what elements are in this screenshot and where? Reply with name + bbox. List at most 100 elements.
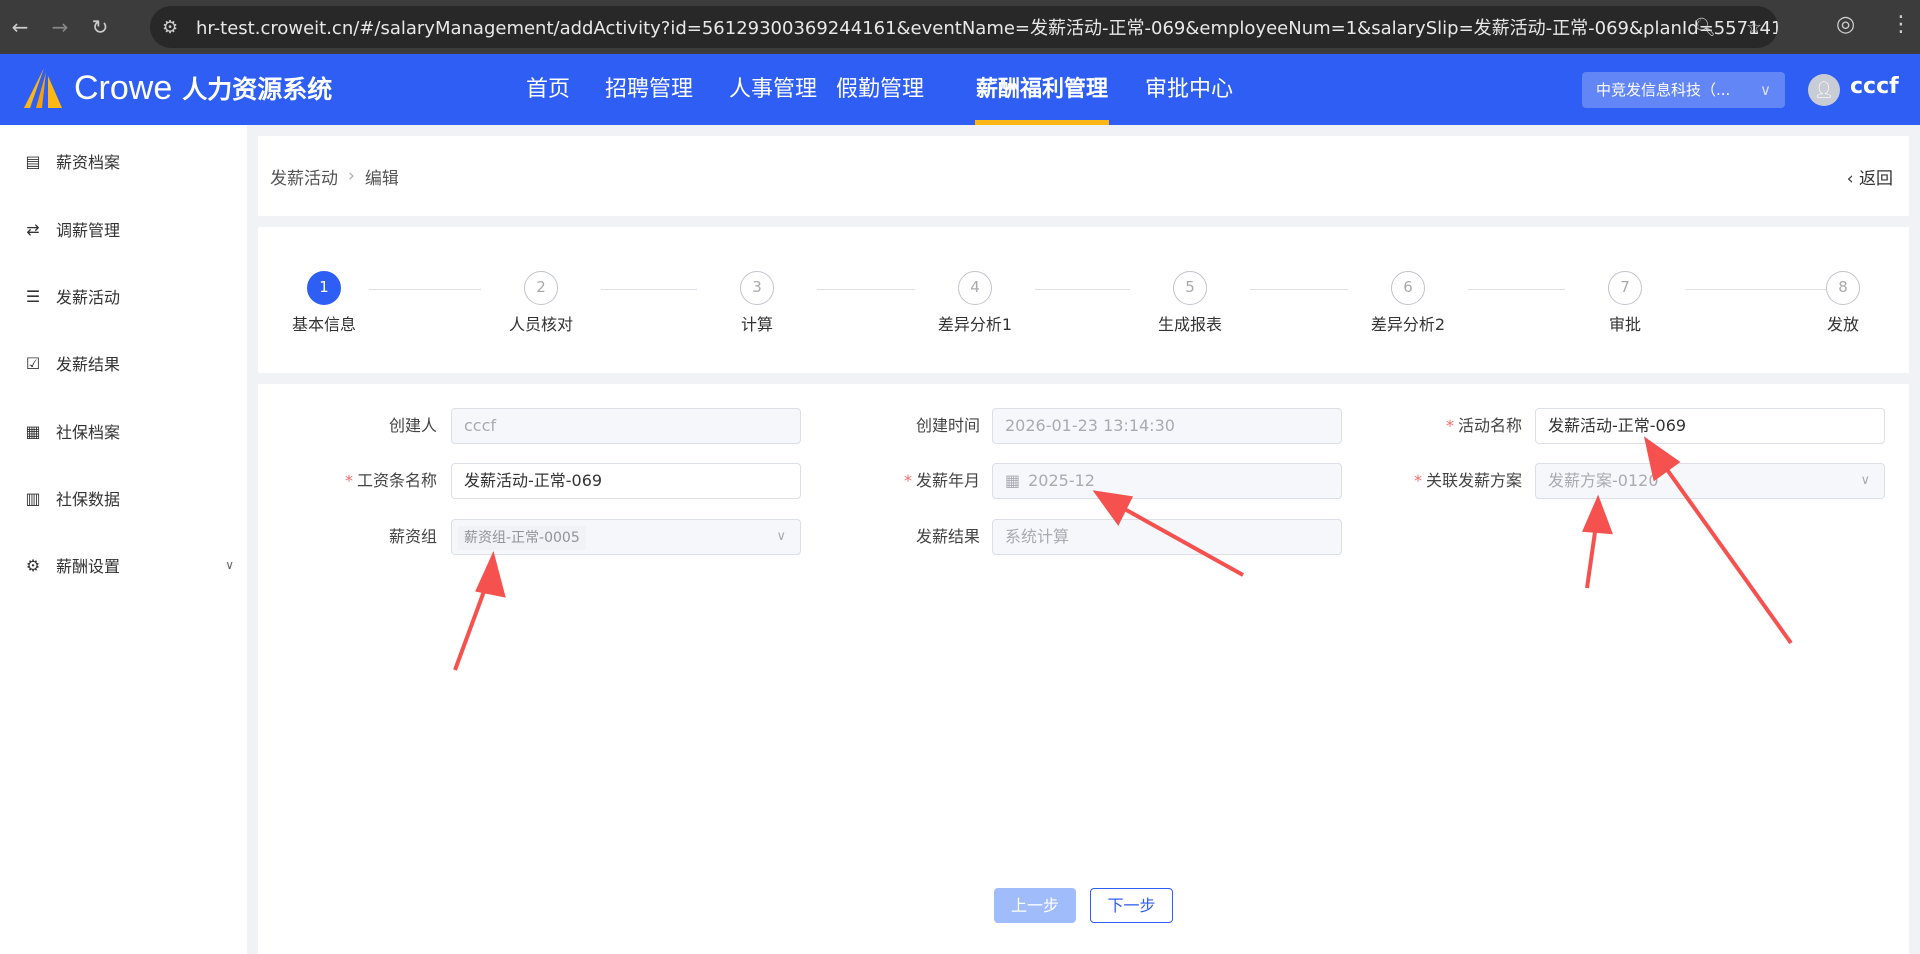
sidebar-item-label: 发薪结果 [56, 355, 121, 374]
result-input: 系统计算 [992, 519, 1342, 555]
sidebar-item-label: 薪酬设置 [56, 557, 121, 576]
pay-month-label: * 发薪年月 [903, 471, 980, 490]
active-nav-indicator [975, 120, 1109, 125]
breadcrumb: 发薪活动 › 编辑 ‹ 返回 [258, 136, 1909, 216]
step-connector [369, 289, 481, 290]
step-label: 差异分析2 [1370, 315, 1446, 334]
step-label: 发放 [1826, 315, 1859, 334]
sidebar-item-label: 调薪管理 [56, 221, 121, 240]
pay-month-input: ▦ 2025-12 [992, 463, 1342, 499]
plan-select: 发薪方案-0120 ∨ [1535, 463, 1885, 499]
step-connector [1035, 289, 1130, 290]
list-icon: ☰ [25, 286, 41, 306]
reload-icon[interactable]: ↻ [80, 15, 120, 39]
creator-label: 创建人 [388, 416, 437, 435]
step-1[interactable]: 1 基本信息 [264, 271, 384, 335]
next-step-button[interactable]: 下一步 [1090, 888, 1173, 923]
nav-home[interactable]: 首页 [526, 54, 570, 125]
profile-icon[interactable]: ◎ [1836, 12, 1855, 37]
created-time-input: 2026-01-23 13:14:30 [992, 408, 1342, 444]
step-label: 计算 [740, 315, 773, 334]
sidebar-item-label: 社保档案 [56, 423, 121, 442]
app-header: Crowe 人力资源系统 首页 招聘管理 人事管理 假勤管理 薪酬福利管理 审批… [0, 54, 1920, 125]
system-name: 人力资源系统 [182, 75, 333, 104]
step-connector [1468, 289, 1565, 290]
sidebar-item-salary-file[interactable]: ▤ 薪资档案 [24, 149, 234, 173]
step-label: 基本信息 [291, 315, 356, 334]
step-number: 7 [1608, 271, 1642, 305]
back-label: 返回 [1859, 169, 1893, 189]
step-number: 3 [740, 271, 774, 305]
chevron-left-icon: ‹ [1846, 169, 1859, 189]
step-number: 8 [1826, 271, 1860, 305]
step-label: 人员核对 [508, 315, 573, 334]
step-2[interactable]: 2 人员核对 [481, 271, 601, 335]
calendar-icon: ▦ [1005, 471, 1021, 490]
step-connector [601, 289, 697, 290]
breadcrumb-parent[interactable]: 发薪活动 [270, 164, 338, 189]
result-label: 发薪结果 [915, 527, 980, 546]
step-3[interactable]: 3 计算 [697, 271, 817, 335]
forward-icon[interactable]: → [40, 15, 80, 39]
step-connector [817, 289, 915, 290]
zoom-icon[interactable]: 🔍︎ [1693, 17, 1716, 38]
nav-recruit[interactable]: 招聘管理 [605, 54, 693, 125]
group-tag: 薪资组-正常-0005 [458, 526, 586, 550]
company-select[interactable]: 中竞发信息科技（... ∨ [1582, 72, 1785, 108]
back-button[interactable]: ‹ 返回 [1847, 164, 1893, 189]
site-info-icon[interactable]: ⚙ [162, 17, 178, 38]
star-icon[interactable]: ☆ [1746, 17, 1762, 38]
step-number: 2 [524, 271, 558, 305]
plan-label: * 关联发薪方案 [1413, 471, 1522, 490]
nav-salary[interactable]: 薪酬福利管理 [976, 54, 1108, 125]
activity-name-input[interactable]: 发薪活动-正常-069 [1535, 408, 1885, 444]
address-bar[interactable]: ⚙ hr-test.croweit.cn/#/salaryManagement/… [150, 6, 1778, 48]
sidebar: ▤ 薪资档案 ⇄ 调薪管理 ☰ 发薪活动 ☑ 发薪结果 ▦ 社保档案 ▥ 社保数据 ⚙ 薪酬设… [0, 125, 247, 954]
brand: Crowe [74, 68, 173, 107]
creator-input: cccf [451, 408, 801, 444]
bar-chart-icon: ▥ [25, 488, 41, 508]
slip-name-input[interactable]: 发薪活动-正常-069 [451, 463, 801, 499]
sidebar-item-result[interactable]: ☑ 发薪结果 [24, 351, 234, 375]
crowe-logo-icon [24, 68, 62, 108]
step-7[interactable]: 7 审批 [1565, 271, 1685, 335]
company-name: 中竞发信息科技（... [1596, 81, 1731, 99]
step-number: 1 [307, 271, 341, 305]
prev-step-button: 上一步 [994, 888, 1076, 923]
step-8[interactable]: 8 发放 [1783, 271, 1903, 335]
user-name[interactable]: cccf [1850, 74, 1899, 99]
avatar[interactable]: 👤︎ [1808, 74, 1840, 106]
chevron-down-icon: ∨ [225, 558, 234, 572]
file-icon: ▤ [25, 151, 41, 171]
sidebar-item-activity[interactable]: ☰ 发薪活动 [24, 284, 234, 308]
more-icon[interactable]: ⋮ [1890, 12, 1912, 37]
step-number: 4 [958, 271, 992, 305]
chevron-down-icon: ∨ [1860, 473, 1870, 488]
gear-icon: ⚙ [25, 555, 41, 575]
logo: Crowe 人力资源系统 [22, 66, 332, 110]
nav-hr[interactable]: 人事管理 [729, 54, 817, 125]
chevron-right-icon: › [348, 166, 355, 186]
step-4[interactable]: 4 差异分析1 [915, 271, 1035, 335]
sidebar-item-settings[interactable]: ⚙ 薪酬设置 ∨ [24, 553, 234, 577]
sidebar-item-social-data[interactable]: ▥ 社保数据 [24, 486, 234, 510]
step-label: 差异分析1 [937, 315, 1013, 334]
activity-name-label: * 活动名称 [1445, 416, 1522, 435]
sidebar-item-social-file[interactable]: ▦ 社保档案 [24, 419, 234, 443]
nav-approval[interactable]: 审批中心 [1145, 54, 1233, 125]
step-5[interactable]: 5 生成报表 [1130, 271, 1250, 335]
step-label: 生成报表 [1157, 315, 1222, 334]
sidebar-item-adjust[interactable]: ⇄ 调薪管理 [24, 217, 234, 241]
steps-bar: 1 基本信息 2 人员核对 3 计算 4 差异分析1 5 生成报表 6 差异分析2 7 审批 8 发放 [258, 227, 1909, 373]
step-number: 5 [1173, 271, 1207, 305]
sidebar-item-label: 薪资档案 [56, 153, 121, 172]
grid-icon: ▦ [25, 421, 41, 441]
step-number: 6 [1391, 271, 1425, 305]
back-icon[interactable]: ← [0, 15, 40, 39]
group-label: 薪资组 [388, 527, 437, 546]
step-label: 审批 [1608, 315, 1641, 334]
step-6[interactable]: 6 差异分析2 [1348, 271, 1468, 335]
browser-toolbar: ← → ↻ ⚙ hr-test.croweit.cn/#/salaryManag… [0, 0, 1920, 54]
created-time-label: 创建时间 [915, 416, 980, 435]
nav-attendance[interactable]: 假勤管理 [836, 54, 924, 125]
